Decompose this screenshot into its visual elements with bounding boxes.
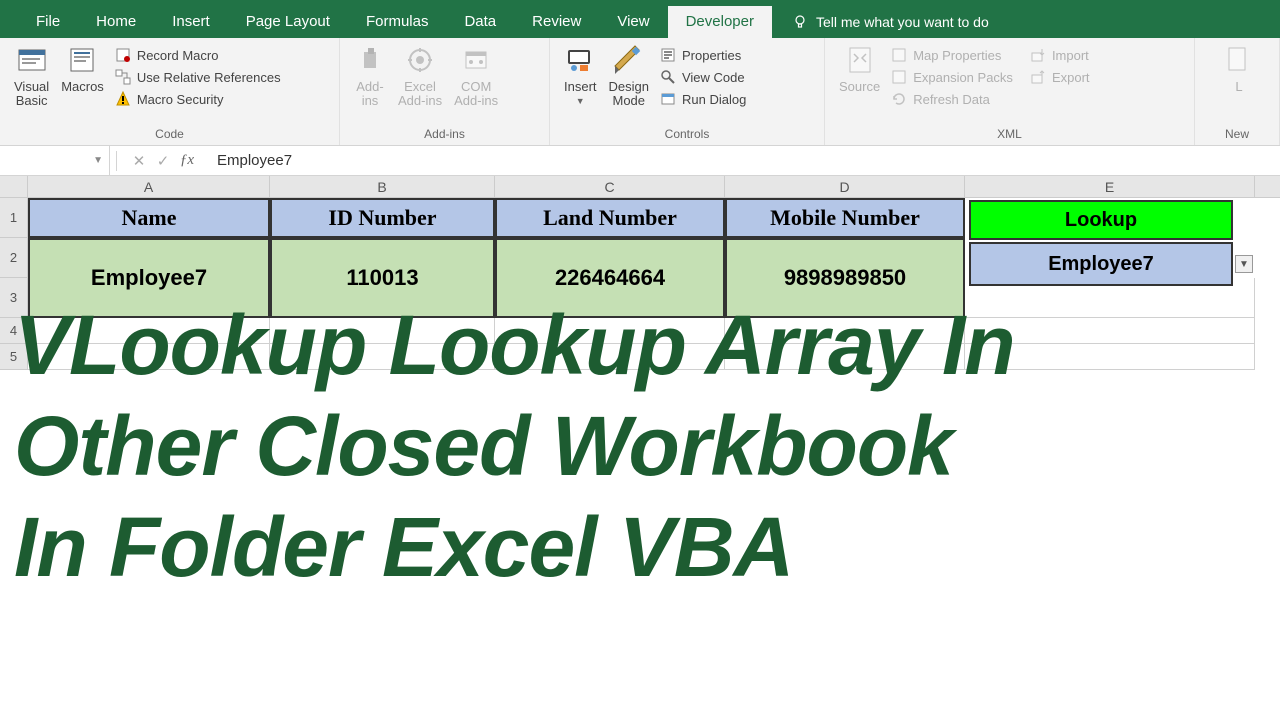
properties-icon [659, 46, 677, 64]
insert-control-icon [564, 44, 596, 76]
insert-control-button[interactable]: Insert ▼ [558, 40, 603, 108]
col-header-b[interactable]: B [270, 176, 495, 197]
relative-refs-icon [114, 68, 132, 86]
select-all-corner[interactable] [0, 176, 28, 197]
overlay-title-text: VLookup Lookup Array In Other Closed Wor… [14, 295, 1015, 597]
tab-page-layout[interactable]: Page Layout [228, 6, 348, 38]
cell-d1[interactable]: Mobile Number [725, 198, 965, 238]
visual-basic-button[interactable]: Visual Basic [8, 40, 55, 108]
code-group-label: Code [8, 125, 331, 145]
tell-me-search[interactable]: Tell me what you want to do [772, 14, 989, 30]
col-header-e[interactable]: E [965, 176, 1255, 197]
tell-me-label: Tell me what you want to do [816, 14, 989, 30]
macro-security-icon [114, 90, 132, 108]
row-header-1[interactable]: 1 [0, 198, 28, 238]
design-mode-button[interactable]: Design Mode [603, 40, 655, 108]
tab-formulas[interactable]: Formulas [348, 6, 447, 38]
view-code-button[interactable]: View Code [655, 66, 750, 88]
run-dialog-icon [659, 90, 677, 108]
com-addins-icon [460, 44, 492, 76]
macros-icon [67, 44, 99, 76]
col-header-d[interactable]: D [725, 176, 965, 197]
name-box[interactable]: ▼ [0, 146, 110, 175]
lightbulb-icon [792, 14, 808, 30]
tab-file[interactable]: File [18, 6, 78, 38]
excel-addins-icon [404, 44, 436, 76]
cell-a1[interactable]: Name [28, 198, 270, 238]
addins-button[interactable]: Add- ins [348, 40, 392, 108]
tab-home[interactable]: Home [78, 6, 154, 38]
name-box-dropdown-icon[interactable]: ▼ [93, 155, 103, 166]
tab-view[interactable]: View [599, 6, 667, 38]
ribbon-tabs: File Home Insert Page Layout Formulas Da… [0, 6, 1280, 38]
macro-security-button[interactable]: Macro Security [110, 88, 285, 110]
cell-c1[interactable]: Land Number [495, 198, 725, 238]
expansion-packs-button[interactable]: Expansion Packs [886, 66, 1017, 88]
excel-addins-button[interactable]: Excel Add-ins [392, 40, 448, 108]
col-header-c[interactable]: C [495, 176, 725, 197]
new-partial-button[interactable]: L [1203, 40, 1261, 94]
expansion-packs-icon [890, 68, 908, 86]
visual-basic-label: Visual Basic [14, 80, 49, 108]
cell-b1[interactable]: ID Number [270, 198, 495, 238]
addins-group-label: Add-ins [348, 125, 541, 145]
enter-formula-button[interactable]: ✓ [151, 149, 175, 173]
import-icon [1029, 46, 1047, 64]
dropdown-arrow-icon[interactable]: ▼ [1235, 255, 1253, 273]
record-macro-icon [114, 46, 132, 64]
col-header-a[interactable]: A [28, 176, 270, 197]
xml-group-label: XML [833, 125, 1186, 145]
ribbon: Visual Basic Macros Record Macro Use Rel… [0, 38, 1280, 146]
macros-label: Macros [61, 80, 104, 94]
properties-button[interactable]: Properties [655, 44, 750, 66]
formula-bar: ▼ ✕ ✓ ƒx Employee7 [0, 146, 1280, 176]
new-group-label: New [1203, 125, 1271, 145]
source-button[interactable]: Source [833, 40, 886, 94]
use-relative-button[interactable]: Use Relative References [110, 66, 285, 88]
com-addins-button[interactable]: COM Add-ins [448, 40, 504, 108]
record-macro-button[interactable]: Record Macro [110, 44, 285, 66]
run-dialog-button[interactable]: Run Dialog [655, 88, 750, 110]
tab-data[interactable]: Data [446, 6, 514, 38]
export-button[interactable]: Export [1025, 66, 1094, 88]
addins-icon [354, 44, 386, 76]
map-properties-icon [890, 46, 908, 64]
tab-insert[interactable]: Insert [154, 6, 228, 38]
cell-e1[interactable]: Lookup [965, 198, 1255, 238]
import-button[interactable]: Import [1025, 44, 1094, 66]
row-header-2[interactable]: 2 [0, 238, 28, 278]
view-code-icon [659, 68, 677, 86]
cancel-formula-button[interactable]: ✕ [127, 149, 151, 173]
macros-button[interactable]: Macros [55, 40, 110, 94]
insert-function-button[interactable]: ƒx [175, 149, 199, 173]
export-icon [1029, 68, 1047, 86]
tab-review[interactable]: Review [514, 6, 599, 38]
new-icon [1223, 44, 1255, 76]
design-mode-icon [613, 44, 645, 76]
formula-input[interactable]: Employee7 [209, 152, 1280, 169]
source-icon [844, 44, 876, 76]
tab-developer[interactable]: Developer [668, 6, 772, 38]
refresh-data-button[interactable]: Refresh Data [886, 88, 1017, 110]
visual-basic-icon [16, 44, 48, 76]
refresh-data-icon [890, 90, 908, 108]
lookup-button[interactable]: Lookup [969, 200, 1233, 240]
controls-group-label: Controls [558, 125, 816, 145]
map-properties-button[interactable]: Map Properties [886, 44, 1017, 66]
